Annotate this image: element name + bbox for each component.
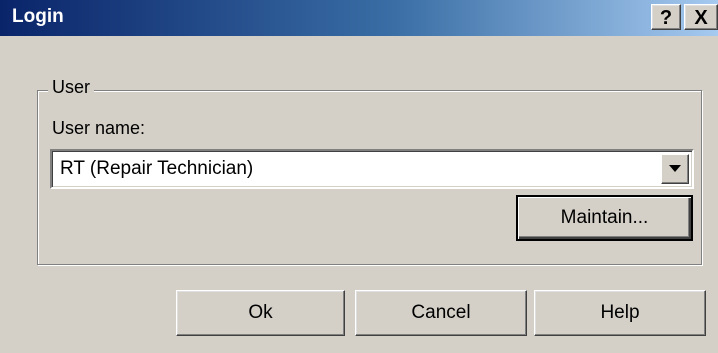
ok-button[interactable]: Ok (176, 290, 345, 336)
cancel-button[interactable]: Cancel (355, 290, 527, 336)
close-button[interactable]: X (684, 4, 718, 30)
maintain-button[interactable]: Maintain... (516, 195, 693, 241)
username-combobox[interactable]: RT (Repair Technician) (50, 149, 694, 189)
username-value: RT (Repair Technician) (60, 158, 254, 179)
username-label: User name: (52, 118, 146, 138)
help-title-button[interactable]: ? (651, 4, 681, 30)
help-button[interactable]: Help (534, 290, 706, 336)
chevron-down-icon (669, 165, 681, 172)
user-group-legend: User (48, 77, 95, 98)
window-title: Login (12, 6, 64, 27)
login-dialog: Login ? X User User name: RT (Repair Tec… (0, 0, 718, 353)
combobox-dropdown-button[interactable] (661, 154, 689, 184)
title-bar[interactable]: Login ? X (0, 0, 718, 36)
